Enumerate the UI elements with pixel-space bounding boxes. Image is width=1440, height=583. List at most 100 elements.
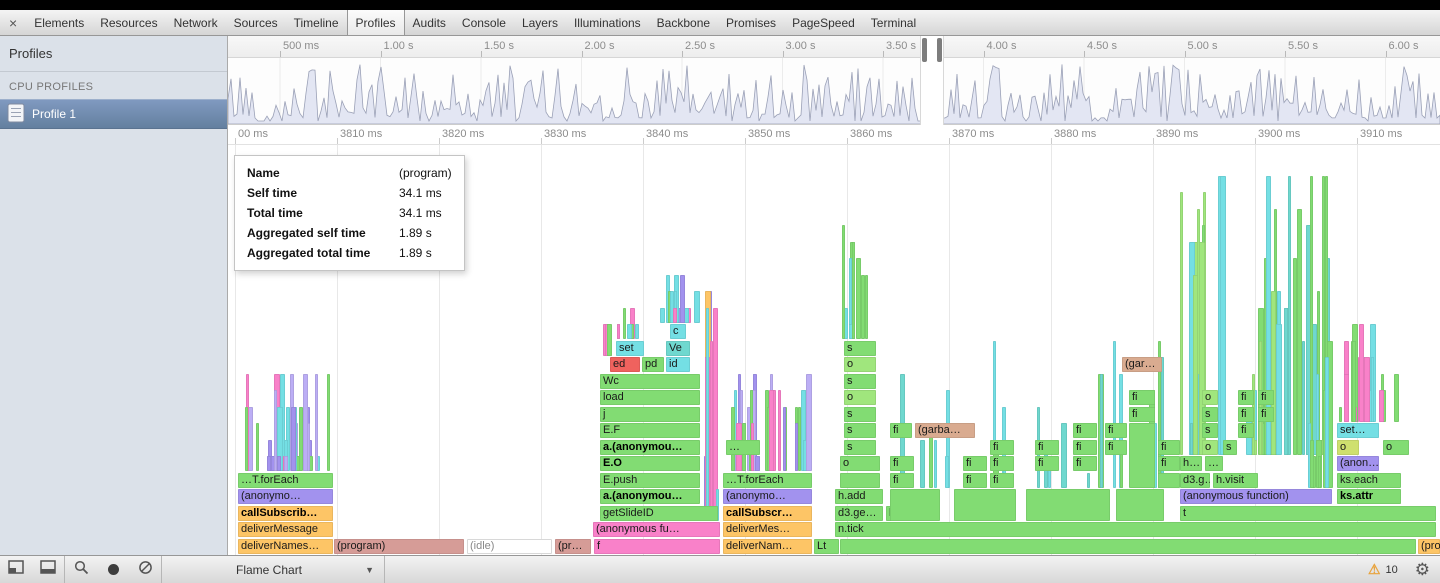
flame-bar[interactable] (1344, 374, 1349, 422)
flame-bar[interactable] (277, 456, 281, 471)
flame-bar[interactable]: s (844, 407, 876, 422)
flame-bar[interactable]: o (844, 357, 876, 372)
tab-profiles[interactable]: Profiles (347, 10, 405, 35)
flame-bar[interactable]: h.visit (1213, 473, 1258, 488)
flame-bar[interactable]: fi (1238, 390, 1254, 405)
flame-bar[interactable]: … (726, 440, 760, 455)
selection-handle-right[interactable] (937, 38, 942, 62)
tab-audits[interactable]: Audits (405, 10, 454, 35)
tab-terminal[interactable]: Terminal (863, 10, 924, 35)
flame-bar[interactable]: Wc (600, 374, 700, 389)
flame-bar[interactable] (617, 324, 620, 339)
flame-bar[interactable] (1310, 440, 1314, 488)
flame-bar[interactable]: s (1202, 407, 1218, 422)
flame-bar[interactable]: fi (890, 456, 914, 471)
flame-bar[interactable] (284, 456, 288, 471)
flame-bar[interactable]: (anon… (1337, 456, 1379, 471)
flame-bar[interactable]: (pro… (1418, 539, 1440, 554)
flame-bar[interactable]: deliverMes… (723, 522, 812, 537)
flame-bar[interactable] (934, 440, 937, 488)
flame-bar[interactable]: a.(anonymou… (600, 489, 700, 504)
flame-bar[interactable]: load (600, 390, 700, 405)
warning-count[interactable]: 10 (1386, 564, 1398, 576)
flame-bar[interactable]: fi (1258, 407, 1274, 422)
flame-bar[interactable]: callSubscrib… (238, 506, 333, 521)
flame-bar[interactable]: (anonymo… (238, 489, 333, 504)
record-button[interactable] (97, 556, 129, 583)
flame-bar[interactable]: s (844, 440, 876, 455)
flame-bar[interactable]: (anonymous fu… (593, 522, 720, 537)
flame-bar[interactable]: fi (1158, 440, 1180, 455)
flame-bar[interactable]: fi (990, 456, 1014, 471)
flame-bar[interactable] (890, 489, 940, 521)
flame-bar[interactable]: fi (990, 440, 1014, 455)
tab-pagespeed[interactable]: PageSpeed (784, 10, 863, 35)
flame-bar[interactable]: fi (890, 423, 912, 438)
flame-bar[interactable]: s (1202, 423, 1218, 438)
cpu-overview-chart[interactable] (228, 58, 1440, 125)
flame-bar[interactable] (1352, 341, 1356, 422)
flame-bar[interactable]: fi (1073, 423, 1097, 438)
flame-bar[interactable]: Lt (814, 539, 839, 554)
tab-backbone[interactable]: Backbone (649, 10, 718, 35)
flame-bar[interactable] (865, 275, 868, 340)
flame-bar[interactable]: id (666, 357, 690, 372)
tab-sources[interactable]: Sources (226, 10, 286, 35)
flame-bar[interactable]: fi (1238, 407, 1254, 422)
flame-bar[interactable] (1394, 374, 1399, 422)
flame-bar[interactable] (1026, 489, 1110, 521)
flame-bar[interactable] (327, 374, 330, 472)
flame-bar[interactable] (920, 440, 925, 488)
flame-bar[interactable] (769, 390, 774, 471)
flame-bar[interactable] (1371, 357, 1374, 422)
flame-bar[interactable] (1116, 489, 1164, 521)
flame-bar[interactable]: set… (1337, 423, 1379, 438)
settings-gear-icon[interactable]: ⚙ (1415, 560, 1430, 580)
flame-bar[interactable]: j (600, 407, 700, 422)
flame-bar[interactable] (1158, 473, 1180, 488)
drawer-button[interactable] (32, 556, 64, 583)
flame-bar[interactable] (1325, 357, 1329, 488)
flame-bar[interactable]: deliverNam… (723, 539, 812, 554)
flame-bar[interactable] (1302, 341, 1305, 455)
flame-bar[interactable] (635, 324, 639, 339)
flame-bar[interactable] (706, 308, 709, 521)
flame-bar[interactable]: E.F (600, 423, 700, 438)
flame-bar[interactable]: a.(anonymou… (600, 440, 700, 455)
flame-bar[interactable] (303, 374, 308, 472)
flame-bar[interactable]: o (1202, 440, 1218, 455)
flame-bar[interactable] (945, 456, 949, 488)
flame-bar[interactable] (783, 407, 786, 472)
flame-bar[interactable] (1218, 176, 1221, 455)
flame-bar[interactable] (1318, 456, 1321, 488)
flame-bar[interactable] (1359, 324, 1364, 422)
flame-bar[interactable] (1310, 176, 1313, 455)
flame-bar[interactable] (1276, 324, 1282, 455)
flame-bar[interactable]: s (1223, 440, 1237, 455)
flame-bar[interactable]: fi (1073, 440, 1097, 455)
flame-bar[interactable] (1113, 341, 1116, 488)
flame-bar[interactable]: …T.forEach (723, 473, 812, 488)
flame-bar[interactable]: E.push (600, 473, 700, 488)
flame-bar[interactable] (798, 407, 801, 472)
clear-button[interactable] (129, 556, 161, 583)
flame-bar[interactable]: ks.attr (1337, 489, 1401, 504)
flame-bar[interactable]: fi (963, 456, 987, 471)
flame-bar[interactable] (1129, 423, 1155, 488)
flame-bar[interactable]: n.tick (835, 522, 1436, 537)
tab-resources[interactable]: Resources (92, 10, 165, 35)
flame-bar[interactable]: fi (1073, 456, 1097, 471)
flame-bar[interactable] (680, 275, 685, 323)
flame-bar[interactable]: set (616, 341, 644, 356)
flame-bar[interactable]: getSlideID (600, 506, 718, 521)
flame-bar[interactable] (623, 308, 626, 340)
flame-bar[interactable] (1100, 374, 1103, 488)
flame-bar[interactable] (627, 324, 632, 339)
flame-bar[interactable] (795, 423, 798, 471)
flame-bar[interactable] (840, 539, 1416, 554)
flame-bar[interactable]: (idle) (467, 539, 552, 554)
flame-bar[interactable]: E.O (600, 456, 700, 471)
close-icon[interactable]: × (0, 10, 26, 35)
flame-bar[interactable]: f (594, 539, 720, 554)
flame-bar[interactable] (842, 225, 845, 339)
